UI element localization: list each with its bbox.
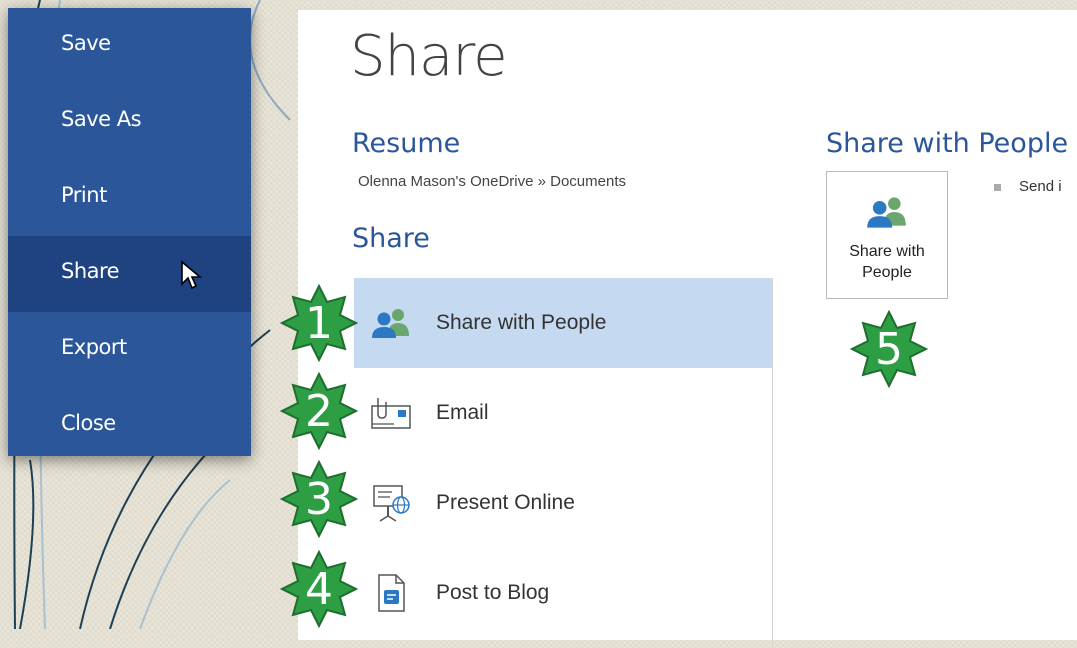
document-title: Resume xyxy=(352,128,461,159)
callout-badge-1: 1 xyxy=(280,284,358,362)
people-icon xyxy=(827,194,947,235)
bullet-item: Send i xyxy=(994,178,1062,195)
email-icon xyxy=(362,396,420,430)
share-option-label: Post to Blog xyxy=(436,581,550,604)
share-option-label: Present Online xyxy=(436,491,575,514)
mouse-pointer-icon xyxy=(181,260,203,290)
menu-item-share-label: Share xyxy=(61,259,120,283)
document-path: Olenna Mason's OneDrive » Documents xyxy=(358,173,626,190)
share-section-heading: Share xyxy=(352,223,430,254)
bullet-square-icon xyxy=(994,183,1001,191)
share-option-label: Email xyxy=(436,401,489,424)
callout-number: 1 xyxy=(305,298,333,349)
callout-badge-4: 4 xyxy=(280,550,358,628)
menu-item-save-as[interactable]: Save As xyxy=(8,84,251,160)
share-with-people-button[interactable]: Share with People xyxy=(826,171,948,299)
menu-item-save[interactable]: Save xyxy=(8,8,251,84)
callout-badge-5: 5 xyxy=(850,310,928,388)
callout-number: 2 xyxy=(305,386,333,437)
button-label-line-1: Share with xyxy=(849,243,925,260)
page-title: Share xyxy=(350,24,508,89)
blog-icon xyxy=(362,573,420,613)
people-icon xyxy=(362,306,420,340)
button-label-line-2: People xyxy=(862,264,912,281)
menu-item-close[interactable]: Close xyxy=(8,388,251,464)
bullet-text: Send i xyxy=(1019,178,1062,195)
share-with-people-button-label: Share with People xyxy=(827,241,947,283)
share-option-email[interactable]: Email xyxy=(354,368,772,458)
callout-number: 3 xyxy=(305,474,333,525)
callout-badge-2: 2 xyxy=(280,372,358,450)
menu-item-print[interactable]: Print xyxy=(8,160,251,236)
callout-badge-3: 3 xyxy=(280,460,358,538)
share-option-post-to-blog[interactable]: Post to Blog xyxy=(354,548,772,638)
present-online-icon xyxy=(362,483,420,523)
share-with-people-heading: Share with People xyxy=(826,128,1069,159)
menu-item-share[interactable]: Share xyxy=(8,236,251,312)
share-option-present-online[interactable]: Present Online xyxy=(354,458,772,548)
share-option-label: Share with People xyxy=(436,311,607,334)
share-options-list: Share with People Email Present Online P… xyxy=(354,278,773,648)
callout-number: 5 xyxy=(875,324,903,375)
share-panel: Share Resume Olenna Mason's OneDrive » D… xyxy=(298,10,1077,648)
share-option-share-with-people[interactable]: Share with People xyxy=(354,278,772,368)
menu-item-export[interactable]: Export xyxy=(8,312,251,388)
callout-number: 4 xyxy=(305,564,333,615)
backstage-menu: Save Save As Print Share Export Close xyxy=(8,8,251,456)
